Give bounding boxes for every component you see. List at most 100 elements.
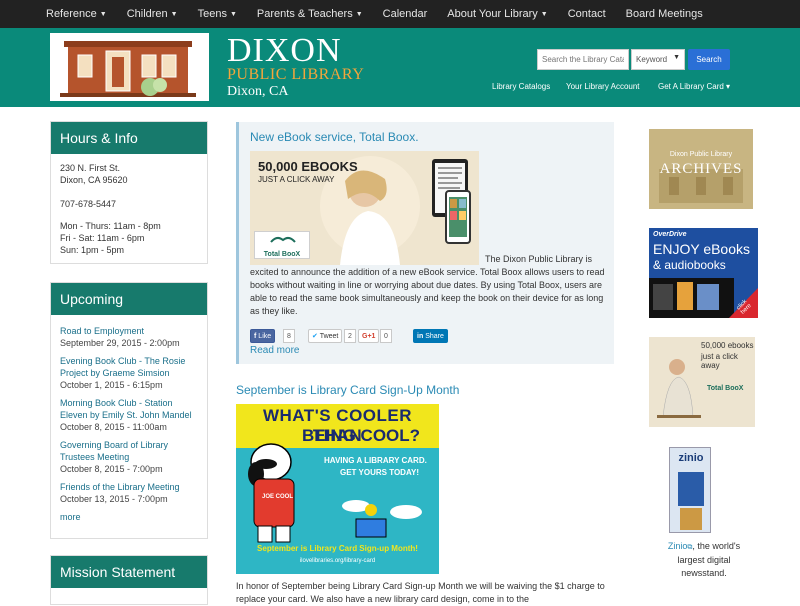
magazine-illustration <box>678 472 704 530</box>
phone-number: 707-678-5447 <box>60 199 117 209</box>
caret-down-icon: ▼ <box>355 11 363 18</box>
library-card-month-image[interactable]: WHAT'S COOLER THAN BEING COOL? HAVING A … <box>236 404 439 574</box>
zinio-banner[interactable]: zinio <box>669 447 711 533</box>
total-boox-line-1: 50,000 ebooks <box>701 341 754 350</box>
site-header: DIXON PUBLIC LIBRARY Dixon, CA Keyword ▼… <box>0 28 800 107</box>
mission-panel: Mission Statement <box>50 555 208 605</box>
archives-banner[interactable]: Dixon Public Library ARCHIVES <box>649 129 753 209</box>
event-item: Governing Board of Library Trustees Meet… <box>60 439 198 475</box>
search-type-value: Keyword <box>636 55 668 64</box>
top-nav: Reference ▼ Children ▼ Teens ▼ Parents & Teach… <box>0 0 800 28</box>
nav-item-teens[interactable]: Teens ▼ <box>198 8 237 20</box>
overdrive-banner[interactable]: OverDrive ENJOY eBooks & audiobooks clic… <box>649 228 758 318</box>
tweet-count: 2 <box>344 329 356 343</box>
library-building-illustration <box>60 41 196 97</box>
nav-item-about-your-library[interactable]: About Your Library ▼ <box>447 8 547 20</box>
caret-down-icon: ▼ <box>540 11 548 18</box>
library-name[interactable]: DIXON <box>227 34 342 68</box>
event-date: October 8, 2015 - 7:00pm <box>60 464 163 474</box>
facebook-icon: f <box>254 333 257 340</box>
catalog-search-input[interactable] <box>537 49 629 70</box>
hours-line: Sun: 1pm - 5pm <box>60 245 125 255</box>
event-date: October 8, 2015 - 11:00am <box>60 422 167 432</box>
event-title-link[interactable]: Friends of the Library Meeting <box>60 481 198 493</box>
post-body: In honor of September being Library Card… <box>236 581 605 604</box>
get-library-card-link[interactable]: Get A Library Card ▾ <box>658 82 730 91</box>
gplus-count: 0 <box>380 329 392 343</box>
library-account-link[interactable]: Your Library Account <box>566 82 640 91</box>
event-date: October 1, 2015 - 6:15pm <box>60 380 163 390</box>
nav-item-reference[interactable]: Reference ▼ <box>46 8 107 20</box>
more-events-link[interactable]: more <box>60 511 198 523</box>
zinio-text-1: , the world's <box>692 541 741 551</box>
hours-line: Mon - Thurs: 11am - 8pm <box>60 221 161 231</box>
post-title-link[interactable]: New eBook service, Total Boox. <box>250 130 419 144</box>
share-label: Share <box>425 333 444 340</box>
caret-down-icon: ▼ <box>99 11 107 18</box>
total-boox-banner[interactable]: 50,000 ebooks just a click away Total Bo… <box>649 337 755 427</box>
event-date: September 29, 2015 - 2:00pm <box>60 338 180 348</box>
event-item: Road to Employment September 29, 2015 - … <box>60 325 198 349</box>
event-title-link[interactable]: Road to Employment <box>60 325 198 337</box>
nav-item-label: Contact <box>567 8 606 20</box>
search-type-select[interactable]: Keyword ▼ <box>631 49 685 70</box>
joe-cool-badge: JOE COOL <box>262 494 294 500</box>
post-body-inline: The Dixon Public Library is <box>485 254 593 264</box>
total-boox-line-2: just a click away <box>701 352 738 370</box>
zinio-text-3: newsstand. <box>681 568 727 578</box>
like-label: Like <box>258 333 272 340</box>
twitter-icon: ✔ <box>312 333 318 340</box>
tweet-button[interactable]: ✔ Tweet <box>308 329 343 343</box>
hours-panel-title: Hours & Info <box>51 122 207 154</box>
event-title-link[interactable]: Evening Book Club - The Rosie Project by… <box>60 355 198 379</box>
facebook-like-button[interactable]: f Like <box>250 329 276 343</box>
open-book-icon <box>270 236 296 243</box>
upcoming-panel-title: Upcoming <box>51 283 207 315</box>
search-button[interactable]: Search <box>688 49 730 70</box>
linkedin-share-button[interactable]: in Share <box>413 329 448 343</box>
post-title-link[interactable]: September is Library Card Sign-Up Month <box>236 383 459 397</box>
zinio-link[interactable]: Zinio <box>668 541 688 551</box>
upcoming-panel: Upcoming Road to Employment September 29… <box>50 282 208 539</box>
library-city: Dixon, CA <box>227 84 289 99</box>
total-boox-logo: Total BooX <box>254 231 310 259</box>
event-item: Morning Book Club - Station Eleven by Em… <box>60 397 198 433</box>
address-line-1: 230 N. First St. <box>60 163 121 173</box>
event-item: Friends of the Library Meeting October 1… <box>60 481 198 505</box>
nav-item-label: Board Meetings <box>625 8 703 20</box>
library-catalogs-link[interactable]: Library Catalogs <box>492 82 550 91</box>
nav-item-label: Reference <box>46 8 97 20</box>
nav-item-label: Parents & Teachers <box>256 8 353 20</box>
nav-item-children[interactable]: Children ▼ <box>127 8 178 20</box>
google-plus-button[interactable]: G+1 <box>358 329 380 343</box>
like-count: 8 <box>283 329 295 343</box>
nav-item-label: About Your Library <box>447 8 538 20</box>
linkedin-icon: in <box>417 333 424 340</box>
nav-item-calendar[interactable]: Calendar <box>383 8 428 20</box>
nav-item-parents-teachers[interactable]: Parents & Teachers ▼ <box>257 8 363 20</box>
read-more-link[interactable]: Read more <box>250 345 299 356</box>
reading-woman-illustration <box>649 337 755 427</box>
mission-panel-title: Mission Statement <box>51 556 207 588</box>
event-title-link[interactable]: Morning Book Club - Station Eleven by Em… <box>60 397 198 421</box>
zinio-caption: Zinio⧉, the world's largest digital news… <box>649 540 759 580</box>
post-body: excited to announce the addition of a ne… <box>250 267 605 316</box>
hours-line: Fri - Sat: 11am - 6pm <box>60 233 145 243</box>
library-subtitle: PUBLIC LIBRARY <box>227 66 365 83</box>
caret-down-icon: ▼ <box>229 11 237 18</box>
caret-down-icon: ▼ <box>170 11 178 18</box>
post-total-boox: New eBook service, Total Boox. 50,000 EB… <box>236 122 614 364</box>
total-boox-promo-image[interactable]: 50,000 EBOOKS JUST A CLICK AWAY Total Bo… <box>250 151 479 265</box>
nav-item-board-meetings[interactable]: Board Meetings <box>626 8 703 20</box>
library-logo[interactable] <box>50 33 209 101</box>
event-title-link[interactable]: Governing Board of Library Trustees Meet… <box>60 439 198 463</box>
archives-title: ARCHIVES <box>659 161 743 177</box>
event-item: Evening Book Club - The Rosie Project by… <box>60 355 198 391</box>
nav-item-contact[interactable]: Contact <box>568 8 606 20</box>
nav-item-label: Calendar <box>382 8 428 20</box>
archives-top-text: Dixon Public Library <box>669 151 733 158</box>
image-line-5: September is Library Card Sign-up Month! <box>257 544 418 553</box>
nav-item-label: Children <box>126 8 168 20</box>
zinio-text-2: largest digital <box>677 555 731 565</box>
address-line-2: Dixon, CA 95620 <box>60 175 128 185</box>
